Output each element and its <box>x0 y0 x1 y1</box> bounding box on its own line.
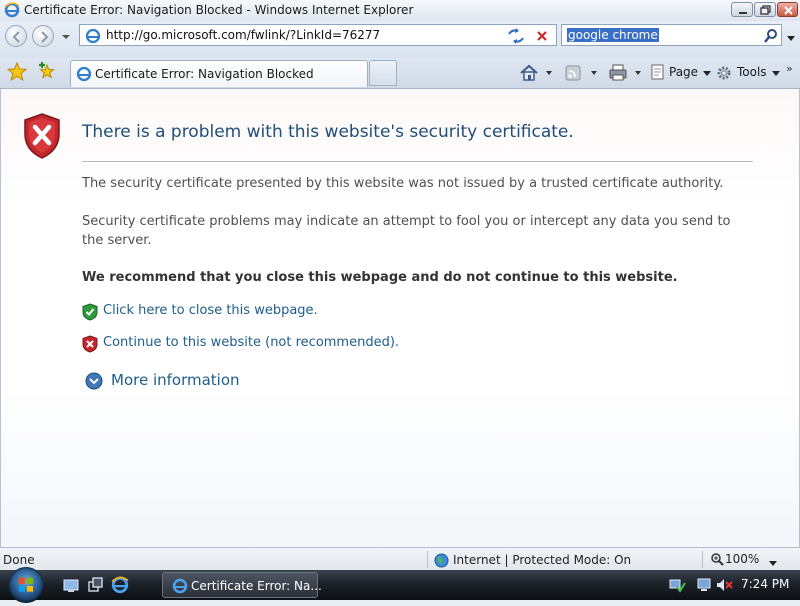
ie-logo-icon <box>4 2 20 21</box>
system-clock[interactable]: 7:24 PM <box>741 577 789 591</box>
tab-page-icon <box>76 66 92 85</box>
switch-windows-icon[interactable] <box>88 577 104 596</box>
page-content: There is a problem with this website's s… <box>0 89 800 547</box>
new-tab-button[interactable] <box>369 60 397 86</box>
taskbar-item-label: Certificate Error: Na... <box>191 579 322 593</box>
zoom-magnifier-icon[interactable] <box>710 552 724 569</box>
toolbar-overflow-icon[interactable]: » <box>786 62 793 75</box>
shield-x-icon <box>22 112 62 163</box>
windows-logo-icon <box>19 577 33 592</box>
title-bar: Certificate Error: Navigation Blocked - … <box>0 0 800 22</box>
page-menu-button[interactable]: Page <box>650 62 712 84</box>
search-provider-dropdown-icon[interactable] <box>786 32 796 46</box>
print-button[interactable] <box>607 62 647 84</box>
heading-divider <box>82 161 753 162</box>
gear-icon <box>717 66 731 80</box>
tab-certificate-error[interactable]: Certificate Error: Navigation Blocked <box>70 60 368 87</box>
tools-menu-button[interactable]: Tools <box>715 62 781 84</box>
task-ie-icon <box>172 578 188 597</box>
back-button[interactable] <box>5 25 27 47</box>
shield-check-icon <box>82 303 98 321</box>
tools-menu-label: Tools <box>737 65 767 79</box>
zoom-level[interactable]: 100% <box>725 552 759 566</box>
address-bar[interactable]: http://go.microsoft.com/fwlink/?LinkId=7… <box>79 24 579 47</box>
status-divider <box>702 551 703 568</box>
start-button[interactable] <box>8 567 44 603</box>
cert-risk-text: Security certificate problems may indica… <box>82 214 731 248</box>
address-input[interactable]: http://go.microsoft.com/fwlink/?LinkId=7… <box>106 28 380 42</box>
recommendation-text: We recommend that you close this webpage… <box>82 270 678 285</box>
page-title: There is a problem with this website's s… <box>82 122 574 142</box>
display-tray-icon[interactable] <box>697 577 713 596</box>
minimize-button[interactable] <box>731 2 753 17</box>
favorites-star-icon[interactable] <box>6 61 28 85</box>
search-box[interactable]: google chrome <box>561 24 782 46</box>
close-webpage-link[interactable]: Click here to close this webpage. <box>103 303 318 318</box>
tab-command-bar: Certificate Error: Navigation Blocked Pa… <box>0 58 800 89</box>
stop-button[interactable] <box>533 27 551 45</box>
recent-pages-dropdown[interactable] <box>60 31 72 43</box>
cert-not-trusted-text: The security certificate presented by th… <box>82 176 724 191</box>
internet-zone-globe-icon[interactable] <box>434 553 449 571</box>
status-divider <box>427 551 428 568</box>
search-input[interactable]: google chrome <box>567 28 659 42</box>
restore-button[interactable] <box>754 2 776 17</box>
home-button[interactable] <box>518 62 558 84</box>
more-information-link[interactable]: More information <box>111 371 240 389</box>
add-favorite-icon[interactable] <box>37 62 57 85</box>
tab-label: Certificate Error: Navigation Blocked <box>95 67 314 81</box>
internet-explorer-quicklaunch-icon[interactable] <box>111 576 129 597</box>
status-text: Done <box>3 553 35 567</box>
continue-to-website-link[interactable]: Continue to this website (not recommende… <box>103 335 399 350</box>
search-icon[interactable] <box>763 28 779 47</box>
chevron-down-circle-icon <box>85 372 103 390</box>
navigation-bar: http://go.microsoft.com/fwlink/?LinkId=7… <box>0 21 800 58</box>
window-title: Certificate Error: Navigation Blocked - … <box>24 3 414 17</box>
close-window-button[interactable] <box>777 2 798 17</box>
page-icon <box>85 28 101 47</box>
forward-button[interactable] <box>32 25 54 47</box>
tools-menu-dropdown-icon <box>772 71 780 76</box>
taskbar-item-certificate-error[interactable]: Certificate Error: Na... <box>162 572 322 598</box>
show-desktop-icon[interactable] <box>63 577 79 596</box>
page-menu-dropdown-icon <box>703 71 711 76</box>
taskbar: Certificate Error: Na... 7:24 PM <box>0 567 800 603</box>
page-menu-label: Page <box>669 65 699 79</box>
refresh-button[interactable] <box>506 27 526 45</box>
status-bar: Done Internet | Protected Mode: On 100% <box>0 547 800 571</box>
shield-x-small-icon <box>82 335 98 353</box>
security-zone-text[interactable]: Internet | Protected Mode: On <box>453 553 631 567</box>
feeds-button[interactable] <box>563 62 603 84</box>
zoom-dropdown-icon[interactable] <box>768 557 778 571</box>
network-tray-icon[interactable] <box>668 577 686 596</box>
volume-muted-tray-icon[interactable] <box>716 577 734 596</box>
